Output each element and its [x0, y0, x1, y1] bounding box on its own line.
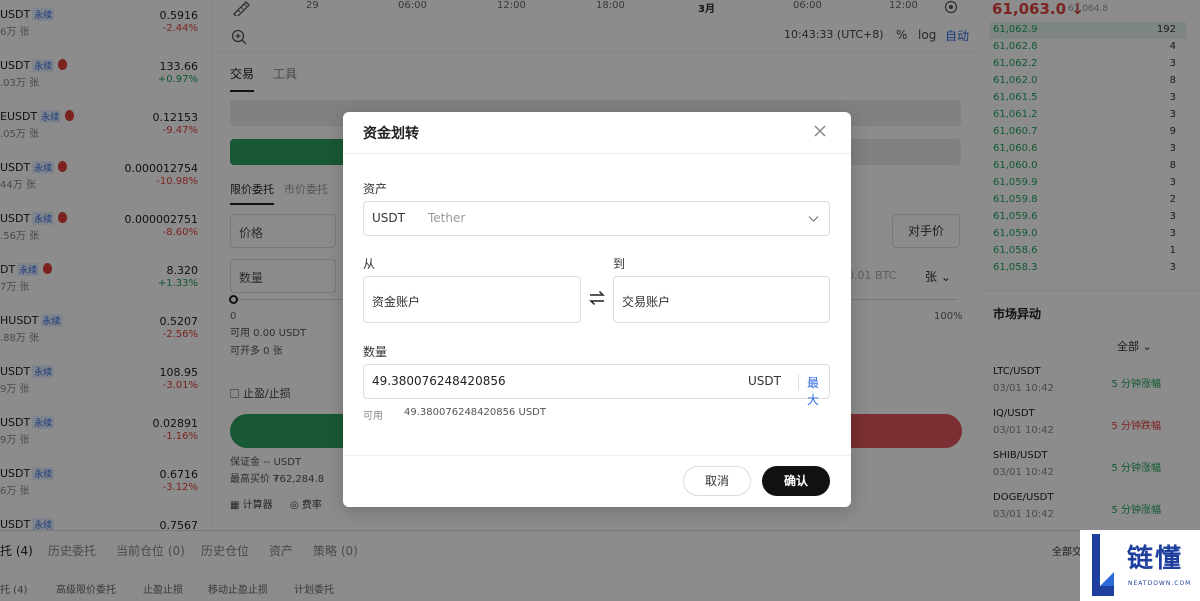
- watermark-logo-icon: [1092, 534, 1114, 596]
- asset-label: 资产: [363, 182, 388, 196]
- from-account-select[interactable]: 资金账户: [363, 276, 581, 323]
- divider: [343, 455, 851, 456]
- amount-value: 49.380076248420856: [372, 374, 506, 388]
- transfer-amount-input[interactable]: 49.380076248420856 USDT 最大: [363, 364, 830, 407]
- max-button[interactable]: 最大: [807, 374, 829, 408]
- to-label: 到: [613, 257, 626, 271]
- close-icon[interactable]: [811, 122, 829, 140]
- dialog-title: 资金划转: [363, 126, 419, 142]
- divider: [798, 374, 799, 390]
- amount-currency: USDT: [748, 374, 781, 388]
- divider: [343, 153, 851, 154]
- transfer-dialog: 资金划转 资产 USDT Tether 从 到 资金账户 交易账户 数量 49.…: [343, 112, 851, 507]
- watermark-logo: 链懂 NEATDOWN.COM: [1080, 530, 1200, 601]
- asset-select[interactable]: USDT Tether: [363, 201, 830, 236]
- asset-name: Tether: [428, 211, 466, 225]
- swap-icon[interactable]: [588, 289, 606, 307]
- from-account: 资金账户: [372, 295, 421, 309]
- to-account: 交易账户: [622, 295, 671, 309]
- cancel-button[interactable]: 取消: [683, 466, 751, 496]
- to-account-select[interactable]: 交易账户: [613, 276, 830, 323]
- chevron-down-icon: [808, 216, 819, 222]
- watermark-cn: 链懂: [1127, 544, 1184, 574]
- watermark-en: NEATDOWN.COM: [1128, 580, 1192, 587]
- available-value: 49.380076248420856 USDT: [404, 407, 546, 418]
- from-label: 从: [363, 257, 376, 271]
- asset-code: USDT: [372, 211, 405, 225]
- available-label: 可用: [363, 411, 383, 422]
- confirm-button[interactable]: 确认: [762, 466, 830, 496]
- quantity-label: 数量: [363, 345, 388, 359]
